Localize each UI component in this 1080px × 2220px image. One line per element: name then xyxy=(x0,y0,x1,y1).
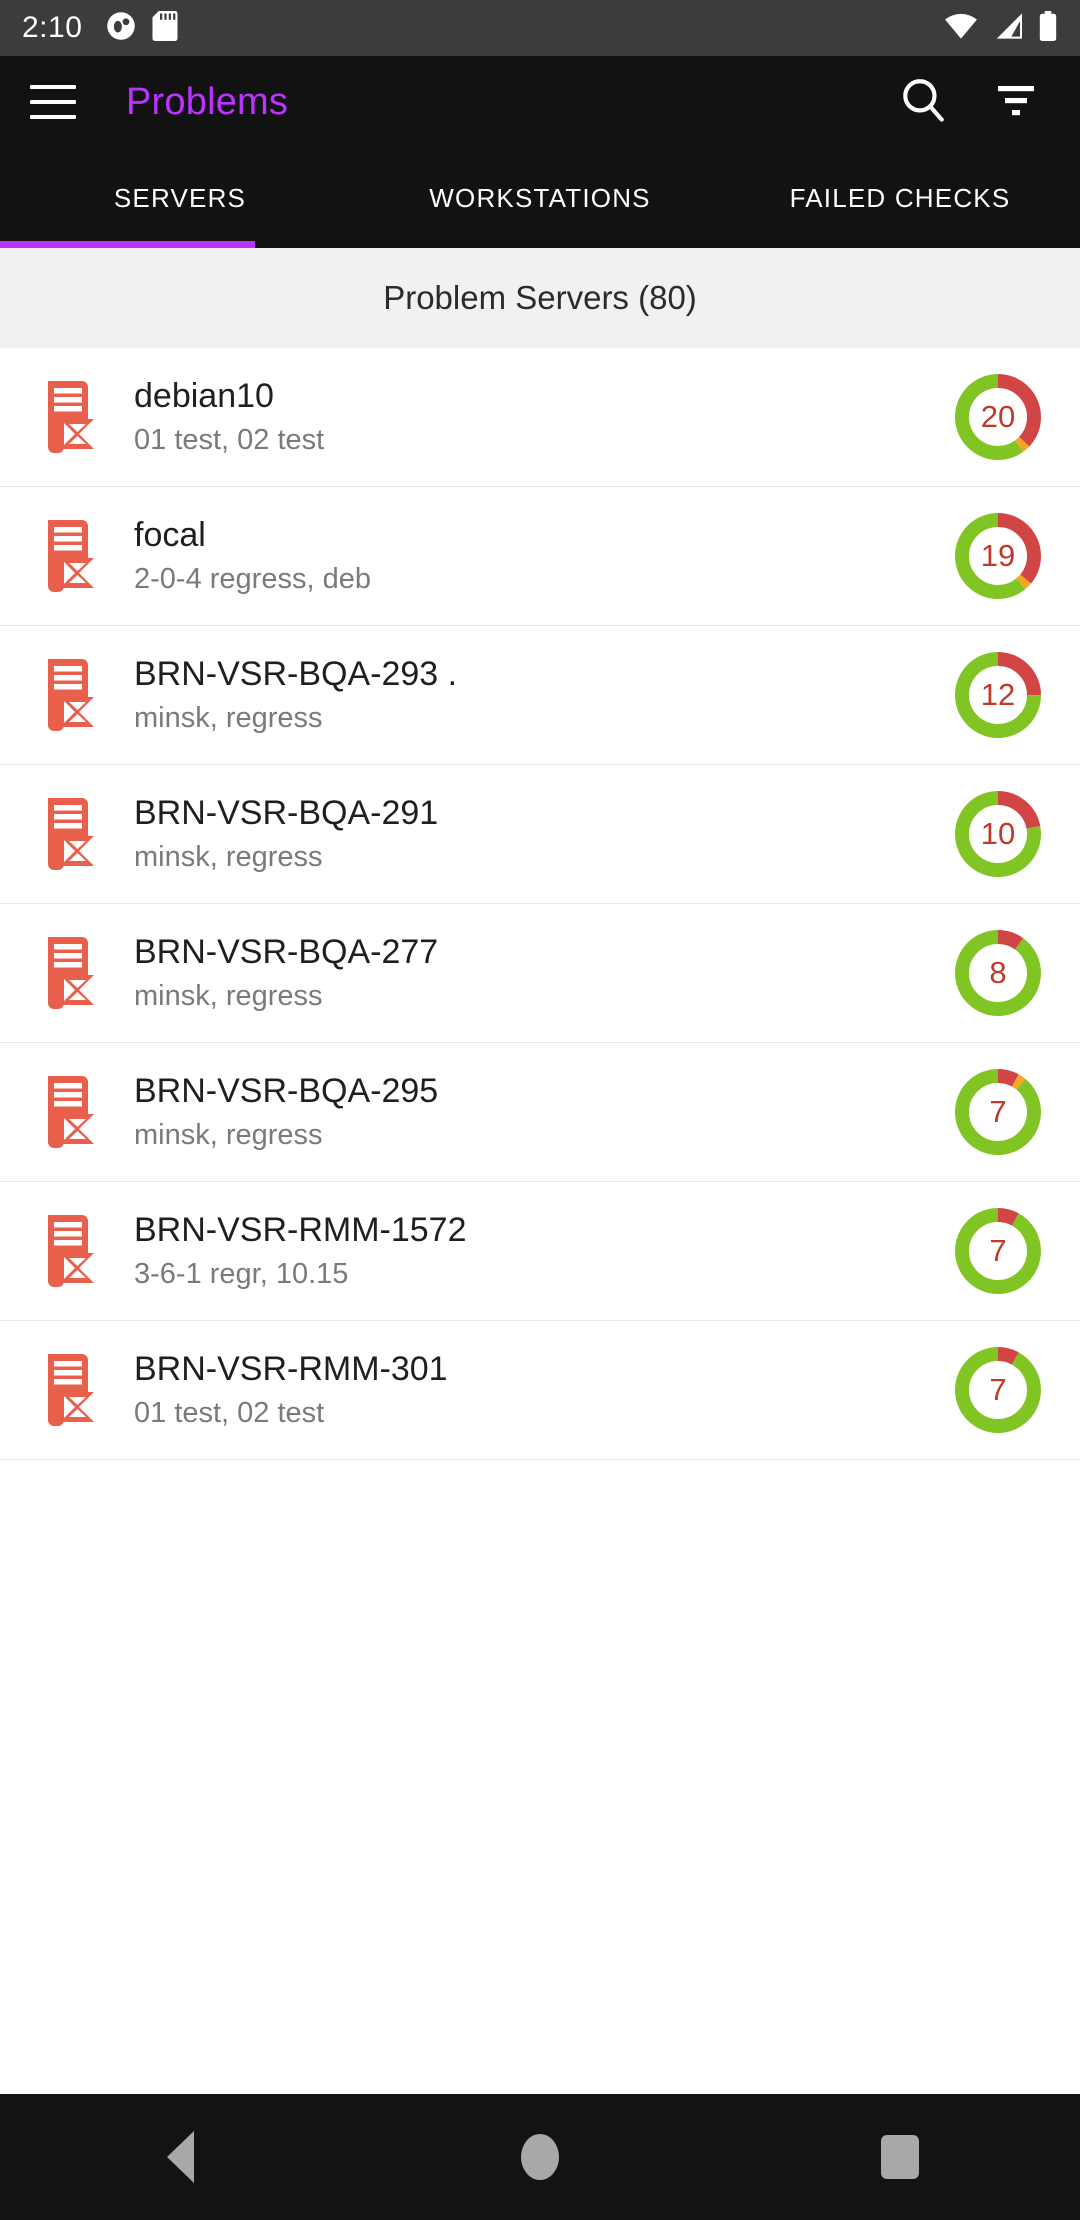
problem-count-donut: 7 xyxy=(950,1203,1046,1299)
table-row[interactable]: BRN-VSR-RMM-1572 3-6-1 regr, 10.15 7 xyxy=(0,1182,1080,1321)
problem-count-donut: 7 xyxy=(950,1064,1046,1160)
problem-count-label: 19 xyxy=(980,538,1016,573)
server-name: BRN-VSR-BQA-291 xyxy=(134,794,439,833)
back-triangle-icon xyxy=(166,2131,194,2183)
server-problem-icon xyxy=(36,516,98,596)
table-row[interactable]: BRN-VSR-BQA-291 minsk, regress 10 xyxy=(0,765,1080,904)
status-right-icons xyxy=(944,10,1058,46)
row-text-block: focal 2-0-4 regress, deb xyxy=(134,515,932,597)
row-text-block: BRN-VSR-RMM-1572 3-6-1 regr, 10.15 xyxy=(134,1210,932,1292)
table-row[interactable]: BRN-VSR-BQA-295 minsk, regress 7 xyxy=(0,1043,1080,1182)
table-row[interactable]: debian10 01 test, 02 test 20 xyxy=(0,348,1080,487)
table-row[interactable]: focal 2-0-4 regress, deb 19 xyxy=(0,487,1080,626)
problem-count-donut: 10 xyxy=(950,786,1046,882)
problem-servers-list[interactable]: debian10 01 test, 02 test 20 focal 2-0-4… xyxy=(0,348,1080,2094)
status-left-icons xyxy=(106,10,178,46)
server-subtitle: 01 test, 02 test xyxy=(134,1397,325,1430)
server-subtitle: 3-6-1 regr, 10.15 xyxy=(134,1258,349,1291)
problem-count-donut: 8 xyxy=(950,925,1046,1021)
server-subtitle: minsk, regress xyxy=(134,1119,323,1152)
tab-servers[interactable]: SERVERS xyxy=(0,183,360,248)
table-row[interactable]: BRN-VSR-BQA-277 minsk, regress 8 xyxy=(0,904,1080,1043)
problem-count-label: 7 xyxy=(989,1372,1007,1407)
server-problem-icon xyxy=(36,1072,98,1152)
server-subtitle: 01 test, 02 test xyxy=(134,424,325,457)
problem-count-label: 20 xyxy=(980,399,1016,434)
server-problem-icon xyxy=(36,794,98,874)
server-name: BRN-VSR-BQA-277 xyxy=(134,933,439,972)
search-icon[interactable] xyxy=(898,75,948,130)
server-problem-icon xyxy=(36,377,98,457)
problem-count-donut: 20 xyxy=(950,369,1046,465)
status-bar: 2:10 xyxy=(0,0,1080,56)
tab-workstations[interactable]: WORKSTATIONS xyxy=(360,183,720,248)
nav-recents-button[interactable] xyxy=(810,2094,990,2220)
sd-card-icon xyxy=(152,10,178,46)
nav-home-button[interactable] xyxy=(450,2094,630,2220)
filter-icon[interactable] xyxy=(992,76,1040,129)
row-text-block: BRN-VSR-BQA-277 minsk, regress xyxy=(134,932,932,1014)
server-name: BRN-VSR-RMM-301 xyxy=(134,1350,448,1389)
status-time: 2:10 xyxy=(22,11,83,44)
home-circle-icon xyxy=(521,2134,559,2180)
wifi-icon xyxy=(944,12,978,45)
recents-square-icon xyxy=(881,2135,919,2179)
server-problem-icon xyxy=(36,1350,98,1430)
problem-count-label: 7 xyxy=(989,1094,1007,1129)
row-text-block: debian10 01 test, 02 test xyxy=(134,376,932,458)
server-name: BRN-VSR-BQA-295 xyxy=(134,1072,439,1111)
page-title: Problems xyxy=(126,80,289,123)
server-problem-icon xyxy=(36,933,98,1013)
server-name: BRN-VSR-BQA-293 . xyxy=(134,655,458,694)
app-notification-icon xyxy=(106,11,136,46)
hamburger-menu-icon[interactable] xyxy=(30,85,76,119)
cellular-signal-icon xyxy=(992,12,1024,45)
server-name: BRN-VSR-RMM-1572 xyxy=(134,1211,467,1250)
app-bar-actions xyxy=(898,75,1050,130)
server-problem-icon xyxy=(36,1211,98,1291)
section-header: Problem Servers (80) xyxy=(0,248,1080,348)
problem-count-donut: 12 xyxy=(950,647,1046,743)
server-name: focal xyxy=(134,516,206,555)
nav-back-button[interactable] xyxy=(90,2094,270,2220)
problem-count-label: 8 xyxy=(989,955,1007,990)
problem-count-donut: 7 xyxy=(950,1342,1046,1438)
server-subtitle: minsk, regress xyxy=(134,702,323,735)
problem-count-donut: 19 xyxy=(950,508,1046,604)
server-subtitle: 2-0-4 regress, deb xyxy=(134,563,371,596)
row-text-block: BRN-VSR-BQA-291 minsk, regress xyxy=(134,793,932,875)
server-problem-icon xyxy=(36,655,98,735)
row-text-block: BRN-VSR-BQA-295 minsk, regress xyxy=(134,1071,932,1153)
table-row[interactable]: BRN-VSR-RMM-301 01 test, 02 test 7 xyxy=(0,1321,1080,1460)
problem-count-label: 10 xyxy=(980,816,1016,851)
server-name: debian10 xyxy=(134,377,274,416)
row-text-block: BRN-VSR-RMM-301 01 test, 02 test xyxy=(134,1349,932,1431)
problem-count-label: 7 xyxy=(989,1233,1007,1268)
server-subtitle: minsk, regress xyxy=(134,841,323,874)
battery-icon xyxy=(1038,10,1058,46)
row-text-block: BRN-VSR-BQA-293 . minsk, regress xyxy=(134,654,932,736)
tab-selected-indicator xyxy=(0,241,255,248)
problem-count-label: 12 xyxy=(980,677,1016,712)
system-navigation-bar xyxy=(0,2094,1080,2220)
app-bar: Problems xyxy=(0,56,1080,148)
phone-screen: 2:10 Problems SERVERS WORKSTATIONS FAILE… xyxy=(0,0,1080,2220)
tab-bar: SERVERS WORKSTATIONS FAILED CHECKS xyxy=(0,148,1080,248)
table-row[interactable]: BRN-VSR-BQA-293 . minsk, regress 12 xyxy=(0,626,1080,765)
server-subtitle: minsk, regress xyxy=(134,980,323,1013)
tab-failed-checks[interactable]: FAILED CHECKS xyxy=(720,183,1080,248)
